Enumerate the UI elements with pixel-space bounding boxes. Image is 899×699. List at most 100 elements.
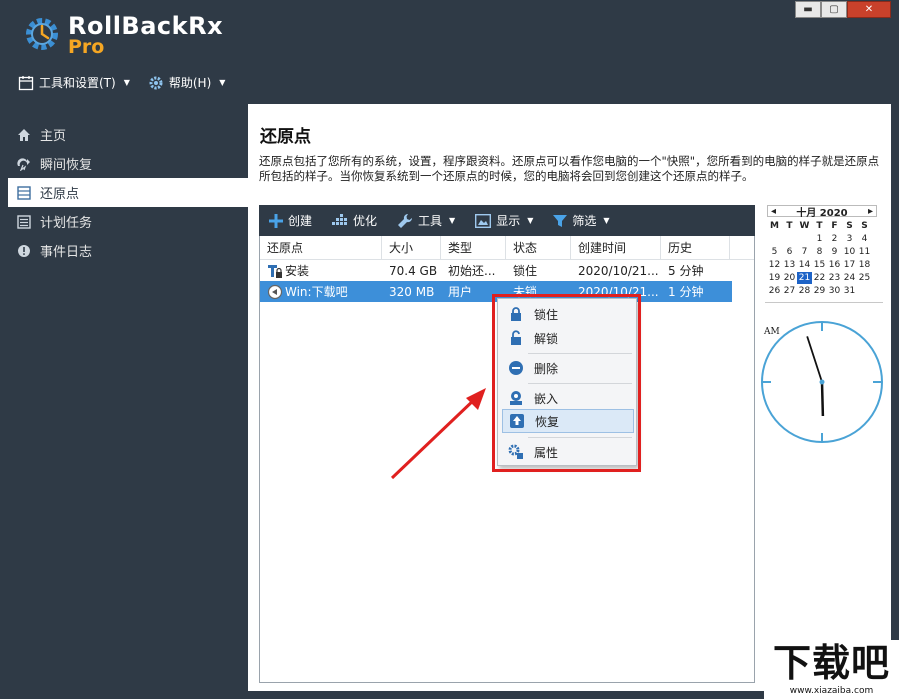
watermark-url: www.xiazaiba.com — [789, 686, 874, 696]
column-header[interactable]: 大小 — [382, 236, 441, 260]
column-header[interactable]: 创建时间 — [571, 236, 661, 260]
calendar-day[interactable]: 19 — [767, 272, 782, 284]
calendar-day[interactable]: 20 — [782, 272, 797, 284]
calendar-day[interactable]: 14 — [797, 259, 812, 271]
calendar-day — [857, 285, 872, 297]
create-button[interactable]: 创建 — [269, 212, 312, 229]
analog-clock: AM — [761, 321, 883, 443]
chevron-down-icon: ▼ — [603, 216, 610, 225]
calendar-day — [782, 233, 797, 245]
tools-label: 工具 — [418, 214, 443, 228]
calendar-day[interactable]: 31 — [842, 285, 857, 297]
menu-tools-settings[interactable]: 工具和设置(T) ▼ — [18, 74, 130, 91]
calendar-day[interactable]: 9 — [827, 246, 842, 258]
calendar-prev-button[interactable]: ◂ — [771, 206, 776, 217]
calendar-day[interactable]: 27 — [782, 285, 797, 297]
display-dropdown[interactable]: 显示 ▼ — [475, 212, 533, 229]
calendar-tools-icon — [18, 75, 34, 90]
calendar-day[interactable]: 3 — [842, 233, 857, 245]
calendar-day[interactable]: 15 — [812, 259, 827, 271]
cell-status: 锁住 — [513, 264, 538, 278]
list-icon — [16, 185, 32, 201]
calendar-day[interactable]: 26 — [767, 285, 782, 297]
menubar: 工具和设置(T) ▼ 帮助(H) ▼ — [18, 74, 225, 91]
calendar-day[interactable]: 17 — [842, 259, 857, 271]
column-header[interactable]: 状态 — [506, 236, 571, 260]
calendar-day[interactable]: 25 — [857, 272, 872, 284]
row-name: 安装 — [285, 263, 310, 278]
page-title: 还原点 — [260, 127, 311, 147]
table-row[interactable]: 安装 70.4 GB 初始还... 锁住 2020/10/21... 5 分钟 — [260, 260, 754, 281]
menu-tools-settings-label: 工具和设置(T) — [39, 76, 116, 90]
column-header[interactable]: 历史 — [661, 236, 730, 260]
sidebar-item-schedule[interactable]: 计划任务 — [8, 207, 248, 236]
tools-dropdown[interactable]: 工具 ▼ — [397, 212, 455, 229]
sidebar-item-instant-restore[interactable]: 瞬间恢复 — [8, 149, 248, 178]
calendar-weekday: S — [846, 221, 853, 231]
close-button[interactable]: ✕ — [847, 1, 891, 18]
calendar-day[interactable]: 12 — [767, 259, 782, 271]
column-header[interactable]: 类型 — [441, 236, 506, 260]
calendar-day[interactable]: 24 — [842, 272, 857, 284]
calendar-day[interactable]: 18 — [857, 259, 872, 271]
chevron-down-icon: ▼ — [527, 216, 534, 225]
sidebar-item-restore-points[interactable]: 还原点 — [8, 178, 248, 207]
calendar-day[interactable]: 2 — [827, 233, 842, 245]
app-edition: Pro — [68, 36, 105, 58]
calendar-day[interactable]: 4 — [857, 233, 872, 245]
calendar-day[interactable]: 30 — [827, 285, 842, 297]
calendar-days: M T W T F S S 1 2 3 4 5 6 7 8 9 10 11 12 13 14 15 16 17 18 19 20 21… — [767, 220, 877, 297]
calendar-day[interactable]: 5 — [767, 246, 782, 258]
warning-icon — [16, 243, 32, 259]
cell-name: Win:下载吧 — [260, 283, 382, 301]
sidebar: 主页 瞬间恢复 还原点 计划任务 事件日志 — [8, 120, 248, 265]
optimize-grid-icon — [332, 213, 348, 225]
snapshot-point-icon — [267, 285, 283, 300]
maximize-button[interactable]: ▢ — [821, 1, 847, 18]
cell-created: 2020/10/21... — [578, 263, 659, 278]
calendar-day — [797, 233, 812, 245]
sidebar-item-label: 事件日志 — [40, 245, 93, 260]
calendar-day[interactable]: 8 — [812, 246, 827, 258]
calendar-day[interactable]: 10 — [842, 246, 857, 258]
sidebar-item-label: 瞬间恢复 — [40, 158, 93, 173]
calendar-day[interactable]: 1 — [812, 233, 827, 245]
rollback-gear-logo-icon — [26, 18, 58, 50]
filter-dropdown[interactable]: 筛选 ▼ — [553, 212, 610, 229]
menu-help[interactable]: 帮助(H) ▼ — [148, 74, 226, 91]
sidebar-item-label: 还原点 — [40, 187, 80, 202]
calendar-day[interactable]: 16 — [827, 259, 842, 271]
optimize-label: 优化 — [353, 214, 378, 228]
calendar-weekday: F — [831, 221, 838, 231]
calendar-day[interactable]: 11 — [857, 246, 872, 258]
instant-restore-icon — [16, 156, 32, 172]
calendar-next-button[interactable]: ▸ — [868, 206, 873, 217]
sidebar-item-home[interactable]: 主页 — [8, 120, 248, 149]
clock-hour-hand — [820, 381, 825, 417]
calendar-day[interactable]: 28 — [797, 285, 812, 297]
calendar-day[interactable]: 23 — [827, 272, 842, 284]
annotation-arrow-icon — [390, 388, 486, 480]
calendar-day — [767, 233, 782, 245]
calendar-header: ◂ 十月 2020 ▸ — [767, 205, 877, 219]
calendar-day[interactable]: 6 — [782, 246, 797, 258]
window-controls: ▬ ▢ ✕ — [795, 1, 891, 18]
optimize-button[interactable]: 优化 — [332, 212, 377, 229]
calendar-day-today[interactable]: 21 — [797, 272, 812, 284]
wrench-icon — [398, 213, 413, 228]
locked-baseline-icon — [268, 265, 282, 279]
watermark-text: 下载吧 — [772, 641, 890, 685]
sidebar-item-event-log[interactable]: 事件日志 — [8, 236, 248, 265]
minimize-button[interactable]: ▬ — [795, 1, 821, 18]
calendar-weekday: T — [816, 221, 823, 231]
calendar-day[interactable]: 29 — [812, 285, 827, 297]
calendar-day[interactable]: 7 — [797, 246, 812, 258]
plus-icon — [269, 213, 283, 228]
chevron-down-icon: ▼ — [219, 78, 226, 87]
calendar-day[interactable]: 22 — [812, 272, 827, 284]
column-header[interactable]: 还原点 — [260, 236, 382, 260]
create-label: 创建 — [288, 214, 313, 228]
calendar-day[interactable]: 13 — [782, 259, 797, 271]
chevron-down-icon: ▼ — [123, 78, 130, 87]
site-watermark: 下载吧 www.xiazaiba.com — [764, 640, 899, 699]
